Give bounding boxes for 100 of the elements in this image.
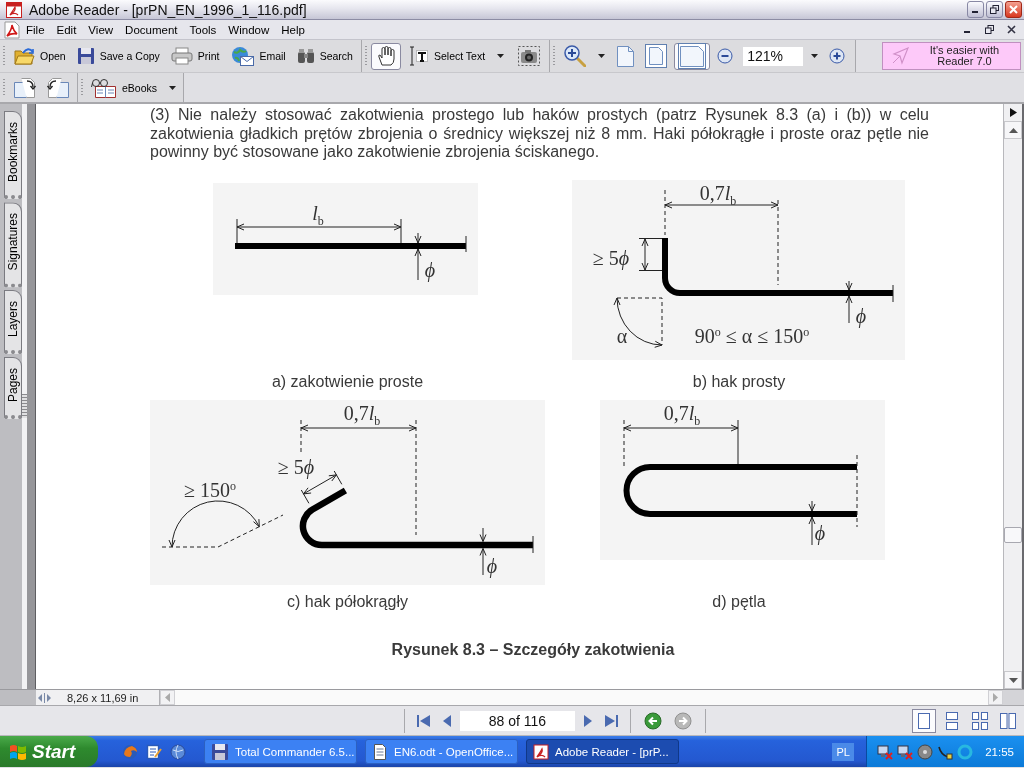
panel-tab[interactable]: Bookmarks [4, 111, 22, 200]
down-arrow-icon [1008, 677, 1018, 683]
print-button[interactable]: Print [165, 42, 225, 70]
window-title: Adobe Reader - [prPN_EN_1996_1_116.pdf] [29, 1, 307, 18]
camera-icon [518, 46, 541, 66]
hand-tool-button[interactable] [370, 42, 401, 70]
up-arrow-icon [1008, 127, 1018, 133]
page-number-field[interactable]: 88 of 116 [460, 710, 575, 731]
restore-button[interactable] [986, 1, 1003, 18]
previous-page-icon [442, 713, 452, 728]
page-icon [617, 45, 635, 67]
save-copy-button[interactable]: Save a Copy [71, 42, 165, 70]
printer-icon [170, 47, 193, 65]
body-paragraph: (3) Nie należy stosować zakotwienia prostego lub haków prostych (patrz Rysunek 8.3 (a) i (b)) w celu zakotwienia gładkich prętów zbrojenia o średnicy większej niż 8 mm. Haki półokrągłe i proste oraz pętle nie powinny być stosowane jako zakotwienie zbrojenia ściskanego. [150, 106, 929, 162]
splitter-handle[interactable] [22, 394, 27, 418]
open-button[interactable]: Open [9, 42, 71, 70]
zoom-field[interactable]: 121% [743, 46, 804, 66]
menu-item[interactable]: Window [222, 20, 276, 39]
pdf-document-icon [533, 743, 549, 760]
forward-button[interactable] [671, 709, 695, 732]
angle-label: ≥ 150$^{o}$ [184, 479, 236, 500]
figure-caption: b) hak prosty [691, 372, 787, 390]
minimize-button[interactable] [967, 1, 984, 18]
glasses-book-icon [91, 77, 117, 98]
network-error-icon[interactable] [877, 743, 894, 760]
menu-item[interactable]: Tools [183, 20, 223, 39]
back-button[interactable] [641, 709, 665, 732]
scroll-up-button[interactable] [1004, 121, 1022, 139]
diameter-label: ϕ [486, 555, 498, 576]
network-error-icon[interactable] [897, 743, 914, 760]
length-label: 0,7l$_{b}$ [699, 182, 737, 207]
diameter-label: ϕ [855, 305, 867, 326]
side-by-side-pages-icon [1000, 711, 1016, 730]
caret-icon [497, 54, 505, 58]
start-button[interactable]: Start [0, 736, 98, 767]
split-arrows-icon[interactable] [38, 692, 51, 703]
flag-icon [8, 742, 28, 761]
text-cursor-icon [408, 46, 429, 66]
menu-item[interactable]: Edit [50, 20, 83, 39]
pdf-document-icon [4, 20, 20, 39]
diameter-dimension [808, 500, 816, 545]
globe-icon[interactable] [170, 743, 186, 760]
panel-tab[interactable]: Pages [4, 357, 22, 420]
binoculars-icon [296, 48, 315, 64]
disc-icon[interactable] [917, 743, 934, 760]
minus-circle-icon [717, 48, 734, 64]
angle-label: α [616, 325, 628, 346]
diameter-label: ϕ [814, 522, 826, 543]
scrollbar-corner [1003, 690, 1024, 705]
menu-item[interactable]: File [20, 20, 51, 39]
page-arrow-icon [13, 76, 37, 99]
diameter-dimension [414, 232, 422, 280]
framed-page-icon [645, 44, 668, 68]
app-icon [6, 1, 22, 18]
hook-length-dimension [638, 237, 663, 271]
page-grid-icon [972, 711, 988, 730]
menu-item[interactable]: View [82, 20, 120, 39]
email-button[interactable]: Email [225, 42, 291, 70]
scroll-thumb[interactable] [1004, 527, 1022, 543]
diameter-dimension [845, 280, 853, 323]
close-button[interactable] [1005, 1, 1022, 18]
menu-item[interactable]: Document [119, 20, 184, 39]
figure-caption: c) hak półokrągły [286, 592, 409, 610]
first-page-icon [416, 713, 431, 728]
figure-caption: a) zakotwienie proste [270, 372, 425, 390]
caret-icon [169, 85, 177, 90]
page-arrow-icon [46, 76, 70, 99]
length-label: l$_{b}$ [312, 202, 324, 227]
fit-width-button[interactable] [674, 42, 711, 70]
taskbar-button[interactable]: EN6.odt - OpenOffice... [365, 739, 518, 764]
hand-icon [376, 46, 395, 66]
single-page-button[interactable] [912, 708, 936, 733]
panel-tab[interactable]: Signatures [4, 202, 22, 288]
length-label: 0,7l$_{b}$ [343, 402, 381, 427]
hook-length-label: ≥ 5ϕ [277, 456, 315, 477]
globe-envelope-icon [230, 46, 255, 66]
figure-title: Rysunek 8.3 – Szczegóły zakotwienia [390, 640, 676, 658]
clock: 21:55 [985, 745, 1014, 758]
next-page-icon [583, 713, 593, 728]
taskbar-button[interactable]: Total Commander 6.5... [204, 739, 357, 764]
left-arrow-icon [165, 693, 170, 702]
folder-icon [14, 47, 35, 65]
caret-icon [598, 54, 606, 58]
taskbar-button[interactable]: Adobe Reader - [prP... [526, 739, 679, 764]
triangle-icon [1009, 108, 1017, 117]
diameter-dimension [479, 527, 487, 575]
right-arrow-icon [993, 693, 998, 702]
search-button[interactable]: Search [291, 42, 358, 70]
scroll-down-button[interactable] [1004, 671, 1022, 689]
single-page-icon [917, 711, 931, 730]
menu-item[interactable]: Help [275, 20, 311, 39]
stacked-pages-icon [945, 711, 959, 730]
zoom-in-icon [564, 45, 587, 67]
angle-arc [613, 297, 663, 348]
cursor-arrow-icon [891, 47, 909, 65]
panel-tab[interactable]: Layers [4, 290, 22, 355]
edit-page-icon[interactable] [146, 743, 162, 760]
last-page-icon [604, 713, 619, 728]
promo-button[interactable]: It's easier with Reader 7.0 [882, 42, 1021, 70]
close-icon [1006, 25, 1016, 34]
